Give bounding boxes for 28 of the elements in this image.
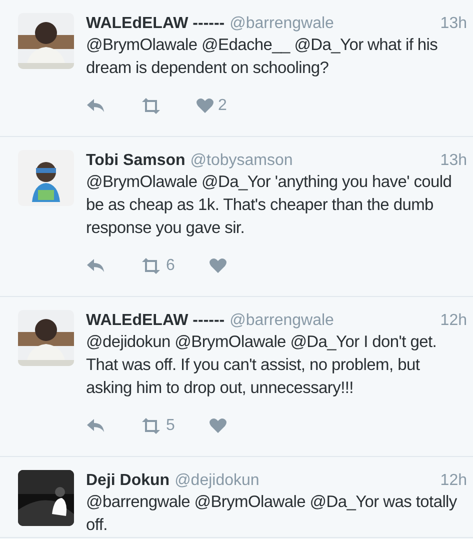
- heart-icon[interactable]: [208, 258, 227, 274]
- retweet-icon[interactable]: [140, 418, 162, 434]
- user-handle[interactable]: @barrengwale: [230, 310, 334, 331]
- user-name: Tobi Samson: [86, 151, 186, 171]
- user-handle[interactable]: @barrengwale: [230, 13, 334, 34]
- reply-icon[interactable]: [86, 258, 106, 274]
- retweet-icon[interactable]: [140, 98, 162, 114]
- heart-icon[interactable]: [208, 418, 227, 434]
- tweet-time: 12h: [440, 471, 467, 491]
- tweet-text: @BrymOlawale @Da_Yor 'anything you have' could be as cheap as 1k. That's cheaper than the dumb response you gave sir.: [86, 172, 453, 239]
- tweet-text: @BrymOlawale @Edache__ @Da_Yor what if his dream is dependent on schooling?: [86, 35, 439, 79]
- retweet-count: 5: [166, 416, 175, 436]
- user-name: WALEdELAW ------: [86, 311, 225, 331]
- tweet-time: 12h: [440, 311, 467, 331]
- tweet-text: @dejidokun @BrymOlawale @Da_Yor I don't get. That was off. If you can't assist, no problem, but asking him to drop out, unnecessary!!!: [86, 332, 438, 399]
- reply-icon[interactable]: [86, 98, 106, 114]
- tweet-time: 13h: [440, 151, 467, 171]
- user-handle[interactable]: @tobysamson: [190, 150, 293, 171]
- tweet-time: 13h: [440, 14, 467, 34]
- tweet-text: @barrengwale @BrymOlawale @Da_Yor was totally off.: [86, 492, 458, 536]
- user-handle[interactable]: @dejidokun: [174, 470, 260, 491]
- user-name: Deji Dokun: [86, 471, 170, 491]
- like-count: 2: [218, 96, 227, 116]
- heart-icon[interactable]: [196, 98, 214, 114]
- user-name: WALEdELAW ------: [86, 14, 225, 34]
- retweet-icon[interactable]: [140, 258, 162, 274]
- reply-icon[interactable]: [86, 418, 106, 434]
- retweet-count: 6: [166, 256, 175, 276]
